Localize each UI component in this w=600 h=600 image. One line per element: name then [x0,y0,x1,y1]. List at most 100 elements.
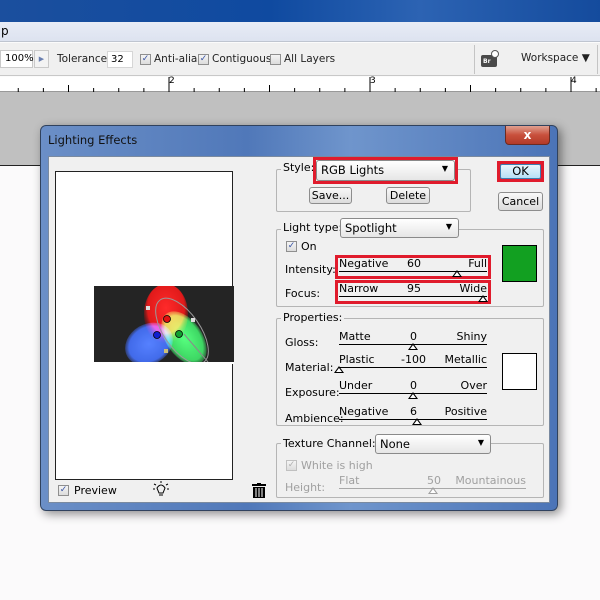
tolerance-label: Tolerance: [57,53,111,65]
menu-bar: p [0,22,600,42]
properties-color-swatch[interactable] [502,353,537,390]
preview-label: Preview [74,484,117,497]
ambience-max-label: Positive [444,405,487,418]
ambience-value: 6 [410,405,417,418]
chevron-down-icon: ▼ [477,438,484,447]
height-slider[interactable]: Flat 50 Mountainous [339,474,526,496]
all-layers-label: All Layers [284,53,336,65]
white-is-high-label: White is high [301,459,373,472]
light-on-checkbox[interactable]: ✓ [286,241,297,252]
zoom-field[interactable]: 100% [0,50,34,68]
style-label: Style: [281,161,317,174]
separator [474,45,475,74]
style-dropdown[interactable]: RGB Lights ▼ [316,160,455,181]
separator [597,45,598,74]
gloss-max-label: Shiny [456,330,488,343]
red-light-handle[interactable] [163,315,171,323]
exposure-value: 0 [410,379,417,392]
preview-area[interactable] [55,171,234,480]
light-on-label: On [301,240,317,253]
gloss-slider[interactable]: Matte 0 Shiny [339,330,487,352]
material-min-label: Plastic [339,353,375,366]
close-button[interactable]: x [505,126,550,145]
focus-min-label: Narrow [339,282,379,295]
app-title-bar [0,0,600,22]
lighting-effects-dialog: Lighting Effects x ✓ Preview Style: RGB … [40,125,558,511]
material-slider[interactable]: Plastic -100 Metallic [334,353,487,375]
intensity-label: Intensity: [285,263,336,276]
ok-button[interactable]: OK [500,164,541,179]
close-icon: x [523,128,532,142]
gloss-value: 0 [410,330,417,343]
style-value: RGB Lights [321,163,385,177]
ambience-label: Ambience: [285,412,344,425]
exposure-max-label: Over [460,379,487,392]
add-light-bulb-icon[interactable] [152,481,170,499]
ruler-label: 3 [370,76,376,86]
magnifier-icon [491,50,499,58]
properties-label: Properties: [281,311,345,324]
light-color-swatch[interactable] [502,245,537,282]
anti-alias-checkbox[interactable]: ✓ [140,54,151,65]
intensity-max-label: Full [468,257,487,270]
spotlight-handle[interactable] [164,349,168,353]
exposure-slider[interactable]: Under 0 Over [339,379,487,401]
ambience-slider[interactable]: Negative 6 Positive [339,405,487,427]
material-label: Material: [285,361,334,374]
light-type-value: Spotlight [345,221,397,235]
material-track [339,367,487,368]
material-max-label: Metallic [444,353,487,366]
gloss-min-label: Matte [339,330,371,343]
anti-alias-label: Anti-alias [154,53,203,65]
all-layers-checkbox[interactable] [270,54,281,65]
save-style-button[interactable]: Save... [309,187,352,204]
contiguous-checkbox[interactable]: ✓ [198,54,209,65]
chevron-down-icon: ▼ [445,222,452,231]
spotlight-handle[interactable] [191,318,195,322]
spotlight-handle[interactable] [146,306,150,310]
ruler-label: 2 [169,76,175,86]
intensity-slider[interactable]: Negative 60 Full [339,257,487,279]
preview-lights-svg [125,286,209,362]
tolerance-input[interactable]: 32 [107,51,133,68]
texture-channel-value: None [380,437,411,451]
workspace-menu-button[interactable]: Workspace ▼ [521,52,590,64]
blue-light-handle[interactable] [153,331,161,339]
light-type-dropdown[interactable]: Spotlight ▼ [340,218,459,238]
dialog-body: ✓ Preview Style: RGB Lights ▼ Save... De… [48,156,550,503]
intensity-value: 60 [407,257,421,270]
ok-button-highlight: OK [497,161,544,182]
trash-icon[interactable] [252,483,266,499]
texture-channel-label: Texture Channel: [281,437,378,450]
intensity-track [339,271,487,272]
focus-value: 95 [407,282,421,295]
ruler-label: 4 [571,76,577,86]
ruler-ticks [17,77,597,92]
focus-max-label: Wide [459,282,487,295]
green-light-handle[interactable] [175,330,183,338]
chevron-down-icon: ▼ [441,164,448,173]
menu-item-help[interactable]: p [1,24,9,38]
preview-checkbox[interactable]: ✓ [58,485,69,496]
delete-style-button[interactable]: Delete [386,187,430,204]
zoom-arrow-button[interactable]: ▶ [34,50,49,68]
dialog-title: Lighting Effects [48,133,138,147]
light-type-label: Light type: [281,221,345,234]
gloss-label: Gloss: [285,336,319,349]
texture-channel-dropdown[interactable]: None ▼ [375,434,491,454]
height-min-label: Flat [339,474,360,487]
material-value: -100 [401,353,426,366]
height-value: 50 [427,474,441,487]
white-is-high-checkbox[interactable]: ✓ [286,460,297,471]
options-bar: 100% ▶ Tolerance: 32 ✓ Anti-alias ✓ Cont… [0,43,600,76]
intensity-min-label: Negative [339,257,389,270]
contiguous-label: Contiguous [212,53,272,65]
exposure-label: Exposure: [285,386,340,399]
horizontal-ruler[interactable]: 2 3 4 [0,77,600,92]
height-label: Height: [285,481,326,494]
focus-label: Focus: [285,287,321,300]
focus-slider[interactable]: Narrow 95 Wide [339,282,489,304]
preview-image[interactable] [94,286,234,364]
cancel-button[interactable]: Cancel [498,192,543,211]
ambience-min-label: Negative [339,405,389,418]
